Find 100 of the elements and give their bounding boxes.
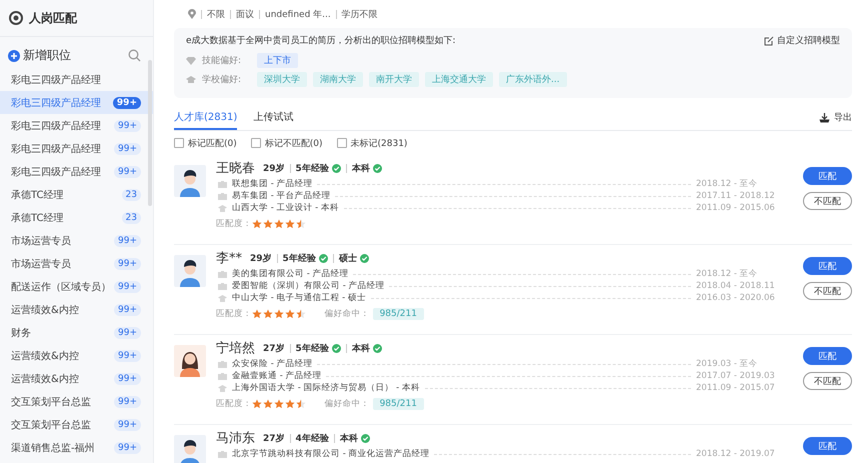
school-tag: 深圳大学 — [257, 72, 308, 87]
preference-label: 技能偏好: — [202, 54, 242, 67]
match-button[interactable]: 匹配 — [803, 167, 852, 185]
count-badge: 99+ — [114, 442, 141, 454]
check-icon — [360, 434, 370, 442]
history-text: 爱图智能（深圳）有限公司 - 产品经理 — [232, 280, 384, 292]
qualification-text: 硕士 — [338, 252, 357, 264]
position-item[interactable]: 彩电三四级产品经理 99+ — [0, 91, 153, 114]
check-icon — [318, 254, 328, 262]
mismatch-button[interactable]: 不匹配 — [803, 192, 852, 210]
position-item[interactable]: 财务 99+ — [0, 321, 153, 344]
skill-tag: 上下市 — [257, 53, 298, 68]
match-button[interactable]: 匹配 — [803, 437, 852, 455]
tab[interactable]: 人才库(2831) — [174, 105, 238, 130]
count-badge: 99+ — [114, 372, 141, 384]
position-item[interactable]: 市场运营专员 99+ — [0, 252, 153, 275]
filter-checkbox[interactable]: 标记不匹配(0) — [250, 136, 322, 150]
match-label: 匹配度 : — [216, 218, 249, 230]
graduation-cap-icon — [218, 294, 227, 302]
position-item[interactable]: 运营绩效&内控 99+ — [0, 344, 153, 367]
position-item[interactable]: 运营绩效&内控 99+ — [0, 367, 153, 390]
count-badge: 99+ — [114, 418, 141, 430]
model-intro-text: e成大数据基于全网中贵司员工的简历，分析出的职位招聘模型如下: — [186, 34, 456, 47]
position-item[interactable]: 彩电三四级产品经理 99+ — [0, 137, 153, 160]
mismatch-button[interactable]: 不匹配 — [803, 372, 852, 390]
preference-label: 学校偏好: — [202, 74, 242, 86]
count-badge: 99+ — [112, 96, 141, 108]
history-text: 联想集团 - 产品经理 — [232, 178, 312, 190]
preference-hit-label: 偏好命中： — [324, 398, 370, 410]
position-item[interactable]: 市场运营专员 99+ — [0, 229, 153, 252]
preference-tag: 985/211 — [372, 308, 424, 320]
history-text: 众安保险 - 产品经理 — [232, 358, 312, 370]
position-item[interactable]: 配送运作（区域专员） 99+ — [0, 275, 153, 298]
briefcase-icon — [218, 180, 227, 188]
period-text: 2018.12 - 至今 — [696, 178, 759, 190]
count-badge: 99+ — [114, 350, 141, 362]
briefcase-icon — [218, 270, 227, 278]
school-tag: 湖南大学 — [313, 72, 364, 87]
position-item[interactable]: 交互策划平台总监 99+ — [0, 390, 153, 413]
position-item[interactable]: 彩电三四级产品经理 — [0, 68, 153, 91]
count-badge: 99+ — [114, 304, 141, 316]
check-icon — [360, 254, 369, 262]
count-badge: 23 — [122, 188, 141, 200]
app-title: 人岗匹配 — [29, 10, 77, 26]
match-label: 匹配度 : — [216, 308, 249, 320]
history-text: 美的集团有限公司 - 产品经理 — [232, 268, 348, 280]
school-tag: 上海交通大学 — [425, 72, 494, 87]
period-text: 2011.09 - 2015.06 — [696, 203, 776, 213]
custom-model-link[interactable]: 自定义招聘模型 — [764, 34, 840, 47]
tab[interactable]: 上传试试 — [253, 105, 294, 130]
history-text: 易车集团 - 平台产品经理 — [232, 190, 330, 202]
period-text: 2017.11 - 2018.12 — [696, 191, 776, 201]
filter-checkbox[interactable]: 未标记(2831) — [336, 136, 408, 150]
count-badge: 99+ — [114, 396, 141, 408]
add-position-button[interactable]: 新增职位 — [8, 47, 71, 64]
position-item[interactable]: 彩电三四级产品经理 99+ — [0, 160, 153, 183]
count-badge: 99+ — [114, 166, 141, 178]
period-text: 2017.07 - 2019.03 — [696, 371, 776, 381]
age-text: 27岁 — [263, 432, 285, 444]
qualification-text: 4年经验 — [296, 432, 329, 444]
history-text: 上海外国语大学 - 国际经济与贸易（日） - 本科 — [232, 382, 420, 394]
candidate-name: 马沛东 — [216, 430, 255, 447]
period-text: 2016.03 - 2020.06 — [696, 293, 776, 303]
candidate-name: 王晓春 — [216, 160, 255, 177]
qualification-text: 本科 — [340, 432, 358, 444]
avatar-drawing — [174, 345, 206, 377]
search-icon[interactable] — [128, 49, 141, 62]
position-item[interactable]: 交互策划平台总监 99+ — [0, 413, 153, 436]
history-text: 中山大学 - 电子与通信工程 - 硕士 — [232, 292, 366, 304]
match-button[interactable]: 匹配 — [803, 347, 852, 365]
age-text: 29岁 — [263, 162, 285, 174]
qualification-text: 5年经验 — [296, 342, 329, 354]
edit-icon — [764, 36, 774, 46]
avatar-drawing — [174, 255, 206, 287]
check-icon — [332, 344, 341, 352]
position-item[interactable]: 运营绩效&内控 99+ — [0, 298, 153, 321]
count-badge: 99+ — [114, 326, 141, 338]
job-meta-text: 面议 — [236, 8, 254, 20]
export-button[interactable]: 导出 — [819, 111, 852, 124]
logo-icon — [9, 11, 23, 25]
age-text: 29岁 — [250, 252, 272, 264]
position-item[interactable]: 彩电三四级产品经理 99+ — [0, 114, 153, 137]
position-item[interactable]: 渠道销售总监-福州 99+ — [0, 436, 153, 459]
period-text: 2019.03 - 至今 — [696, 358, 759, 370]
qualification-text: 本科 — [352, 342, 370, 354]
match-button[interactable]: 匹配 — [803, 257, 852, 275]
mismatch-button[interactable]: 不匹配 — [803, 282, 852, 300]
period-text: 2018.12 - 2019.07 — [696, 449, 776, 459]
job-meta-text: undefined 年... — [265, 8, 331, 20]
briefcase-icon — [218, 372, 227, 380]
count-badge: 99+ — [114, 120, 141, 132]
match-label: 匹配度 : — [216, 398, 249, 410]
age-text: 27岁 — [263, 342, 285, 354]
position-item[interactable]: 承德TC经理 23 — [0, 183, 153, 206]
position-item[interactable]: 承德TC经理 23 — [0, 206, 153, 229]
job-meta-text: 不限 — [207, 8, 225, 20]
count-badge: 99+ — [114, 142, 141, 154]
count-badge: 23 — [122, 212, 141, 224]
filter-checkbox[interactable]: 标记匹配(0) — [174, 136, 237, 150]
briefcase-icon — [218, 192, 227, 200]
